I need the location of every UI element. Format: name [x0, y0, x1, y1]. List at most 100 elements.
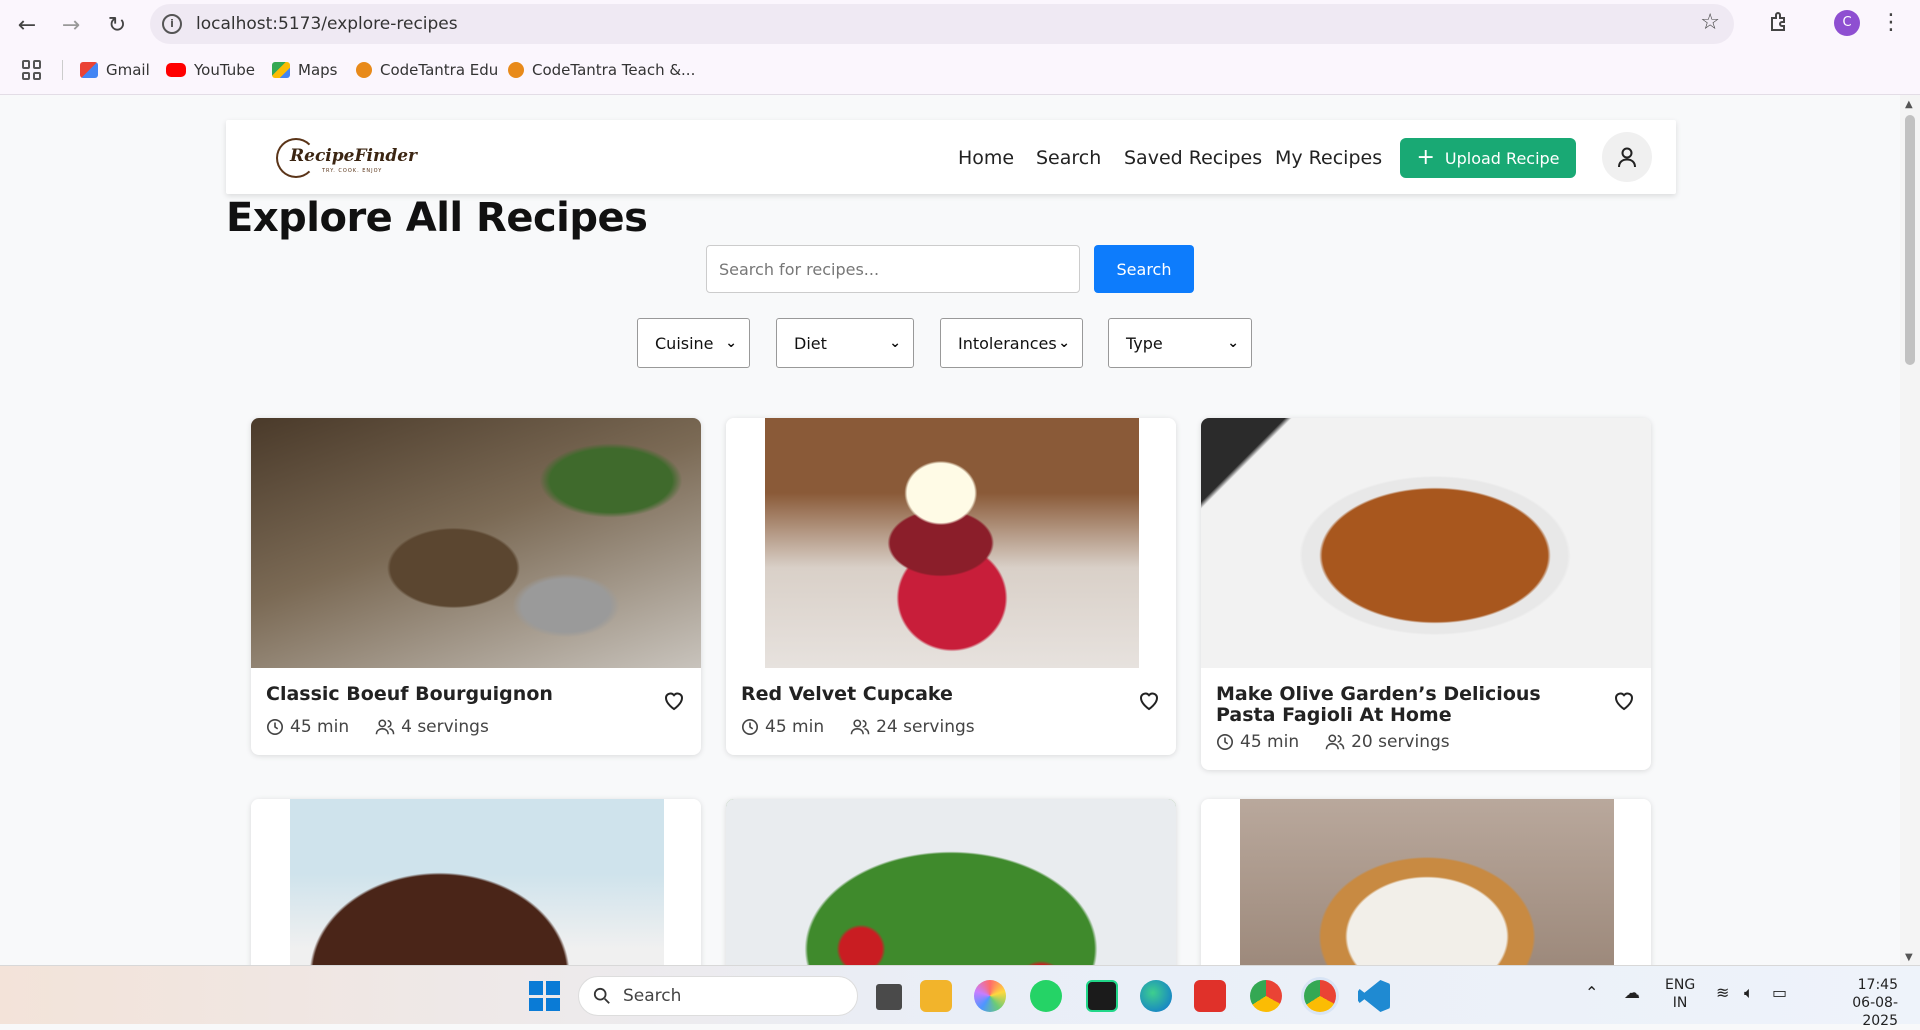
- recipe-card[interactable]: Red Velvet Cupcake 45 min 24 servings: [726, 418, 1176, 755]
- vscode-icon[interactable]: [1358, 980, 1390, 1012]
- search-button[interactable]: Search: [1094, 245, 1194, 293]
- cuisine-select[interactable]: Cuisine ⌄: [637, 318, 750, 368]
- chrome-icon[interactable]: [1250, 980, 1282, 1012]
- site-info-icon[interactable]: i: [162, 14, 182, 34]
- upload-recipe-label: Upload Recipe: [1444, 148, 1560, 168]
- wps-office-icon[interactable]: [1194, 980, 1226, 1012]
- recipe-time: 45 min: [1240, 732, 1300, 752]
- recipe-image-beignets[interactable]: [1201, 799, 1651, 965]
- scrollbar-thumb[interactable]: [1905, 115, 1915, 365]
- chevron-down-icon: ⌄: [889, 335, 901, 351]
- recipe-time: 45 min: [765, 717, 825, 737]
- recipe-card[interactable]: Classic Boeuf Bourguignon 45 min 4 servi…: [251, 418, 701, 755]
- recipe-time: 45 min: [290, 717, 350, 737]
- address-bar[interactable]: i localhost:5173/explore-recipes ☆: [150, 4, 1734, 44]
- scroll-down-icon[interactable]: ▼: [1905, 952, 1913, 963]
- cloud-sync-icon[interactable]: ☁: [1624, 984, 1640, 1002]
- type-select[interactable]: Type ⌄: [1108, 318, 1252, 368]
- chevron-down-icon: ⌄: [1227, 335, 1239, 351]
- recipe-photo: [1240, 799, 1614, 965]
- reload-icon[interactable]: ↻: [102, 10, 132, 40]
- chrome-profile-icon[interactable]: [1304, 980, 1336, 1012]
- codetantra-icon: [508, 62, 524, 78]
- recipe-card[interactable]: [251, 799, 701, 965]
- clock-icon: [741, 718, 759, 736]
- recipe-image-cucumber-salad[interactable]: [726, 799, 1176, 965]
- recipe-image-boeuf-bourguignon[interactable]: [251, 418, 701, 668]
- recipe-card[interactable]: [726, 799, 1176, 965]
- app-navbar: RecipeFinder TRY. COOK. ENJOY Home Searc…: [226, 120, 1676, 194]
- copilot-icon[interactable]: [974, 980, 1006, 1012]
- recipe-photo: [290, 799, 664, 965]
- recipe-image-red-velvet-cupcake[interactable]: [726, 418, 1176, 668]
- file-explorer-icon[interactable]: [920, 980, 952, 1012]
- volume-icon[interactable]: 🔈︎: [1744, 984, 1754, 1002]
- taskbar-search[interactable]: Search: [578, 976, 858, 1016]
- bookmark-star-icon[interactable]: ☆: [1700, 10, 1720, 35]
- profile-avatar[interactable]: C: [1834, 10, 1860, 36]
- nav-saved-recipes[interactable]: Saved Recipes: [1124, 147, 1262, 169]
- favorite-heart-icon[interactable]: [661, 688, 687, 712]
- bookmark-codetantra-teach[interactable]: CodeTantra Teach &...: [508, 58, 695, 82]
- clock-icon: [1216, 733, 1234, 751]
- battery-icon[interactable]: ▭: [1772, 984, 1787, 1002]
- wifi-icon[interactable]: ≋: [1716, 984, 1729, 1002]
- bookmark-maps[interactable]: Maps: [272, 58, 337, 82]
- recipe-title[interactable]: Classic Boeuf Bourguignon: [266, 684, 646, 705]
- intolerances-select[interactable]: Intolerances ⌄: [940, 318, 1083, 368]
- language-indicator[interactable]: ENG IN: [1665, 976, 1695, 1012]
- maps-icon: [272, 62, 290, 78]
- clock-time: 17:45: [1857, 977, 1898, 993]
- chevron-down-icon: ⌄: [1058, 335, 1070, 351]
- logo[interactable]: RecipeFinder TRY. COOK. ENJOY: [276, 134, 417, 180]
- more-menu-icon[interactable]: ⋮: [1880, 10, 1902, 35]
- nav-home[interactable]: Home: [958, 147, 1014, 169]
- diet-select-label: Diet: [794, 333, 827, 353]
- bookmark-youtube[interactable]: YouTube: [166, 58, 255, 82]
- page-scrollbar[interactable]: ▲ ▼: [1900, 95, 1920, 965]
- page-title: Explore All Recipes: [226, 195, 648, 241]
- upload-recipe-button[interactable]: + Upload Recipe: [1400, 138, 1576, 178]
- scroll-up-icon[interactable]: ▲: [1905, 99, 1913, 110]
- search-icon: [593, 987, 610, 1004]
- forward-icon[interactable]: →: [56, 10, 86, 40]
- recipe-card[interactable]: [1201, 799, 1651, 965]
- recipe-image-chocolate-cake[interactable]: [251, 799, 701, 965]
- url-text: localhost:5173/explore-recipes: [196, 14, 458, 34]
- bookmark-label: Gmail: [106, 61, 150, 79]
- back-icon[interactable]: ←: [12, 10, 42, 40]
- recipe-card[interactable]: Make Olive Garden’s Delicious Pasta Fagi…: [1201, 418, 1651, 770]
- clock-date: 06-08-2025: [1852, 995, 1898, 1029]
- diet-select[interactable]: Diet ⌄: [776, 318, 914, 368]
- recipe-title[interactable]: Make Olive Garden’s Delicious Pasta Fagi…: [1216, 684, 1596, 726]
- plus-icon: +: [1416, 145, 1435, 170]
- clock[interactable]: 17:45 06-08-2025: [1818, 976, 1898, 1030]
- recipe-image-pasta-fagioli[interactable]: [1201, 418, 1651, 668]
- favorite-heart-icon[interactable]: [1136, 688, 1162, 712]
- nav-my-recipes[interactable]: My Recipes: [1275, 147, 1382, 169]
- favorite-heart-icon[interactable]: [1611, 688, 1637, 712]
- bookmark-codetantra-edu[interactable]: CodeTantra Edu: [356, 58, 498, 82]
- pycharm-icon[interactable]: [1086, 980, 1118, 1012]
- user-profile-button[interactable]: [1602, 132, 1652, 182]
- task-view-icon[interactable]: [876, 984, 902, 1010]
- recipe-search-input[interactable]: [706, 245, 1080, 293]
- type-select-label: Type: [1126, 333, 1163, 353]
- extensions-icon[interactable]: [1768, 10, 1794, 36]
- edge-icon[interactable]: [1140, 980, 1172, 1012]
- nav-search[interactable]: Search: [1036, 147, 1101, 169]
- bookmark-gmail[interactable]: Gmail: [80, 58, 150, 82]
- language-code: ENG: [1665, 977, 1696, 993]
- chevron-up-icon[interactable]: ⌃: [1585, 984, 1598, 1002]
- page-viewport: RecipeFinder TRY. COOK. ENJOY Home Searc…: [0, 95, 1900, 965]
- whatsapp-icon[interactable]: [1030, 980, 1062, 1012]
- recipe-photo: [765, 418, 1139, 668]
- windows-start-icon[interactable]: [528, 980, 560, 1012]
- servings-icon: [850, 719, 870, 735]
- apps-grid-icon[interactable]: [22, 60, 42, 80]
- recipe-meta: 45 min 20 servings: [1216, 732, 1450, 752]
- recipe-title[interactable]: Red Velvet Cupcake: [741, 684, 1121, 705]
- servings-icon: [375, 719, 395, 735]
- bookmark-label: Maps: [298, 61, 338, 79]
- intolerances-select-label: Intolerances: [958, 333, 1057, 353]
